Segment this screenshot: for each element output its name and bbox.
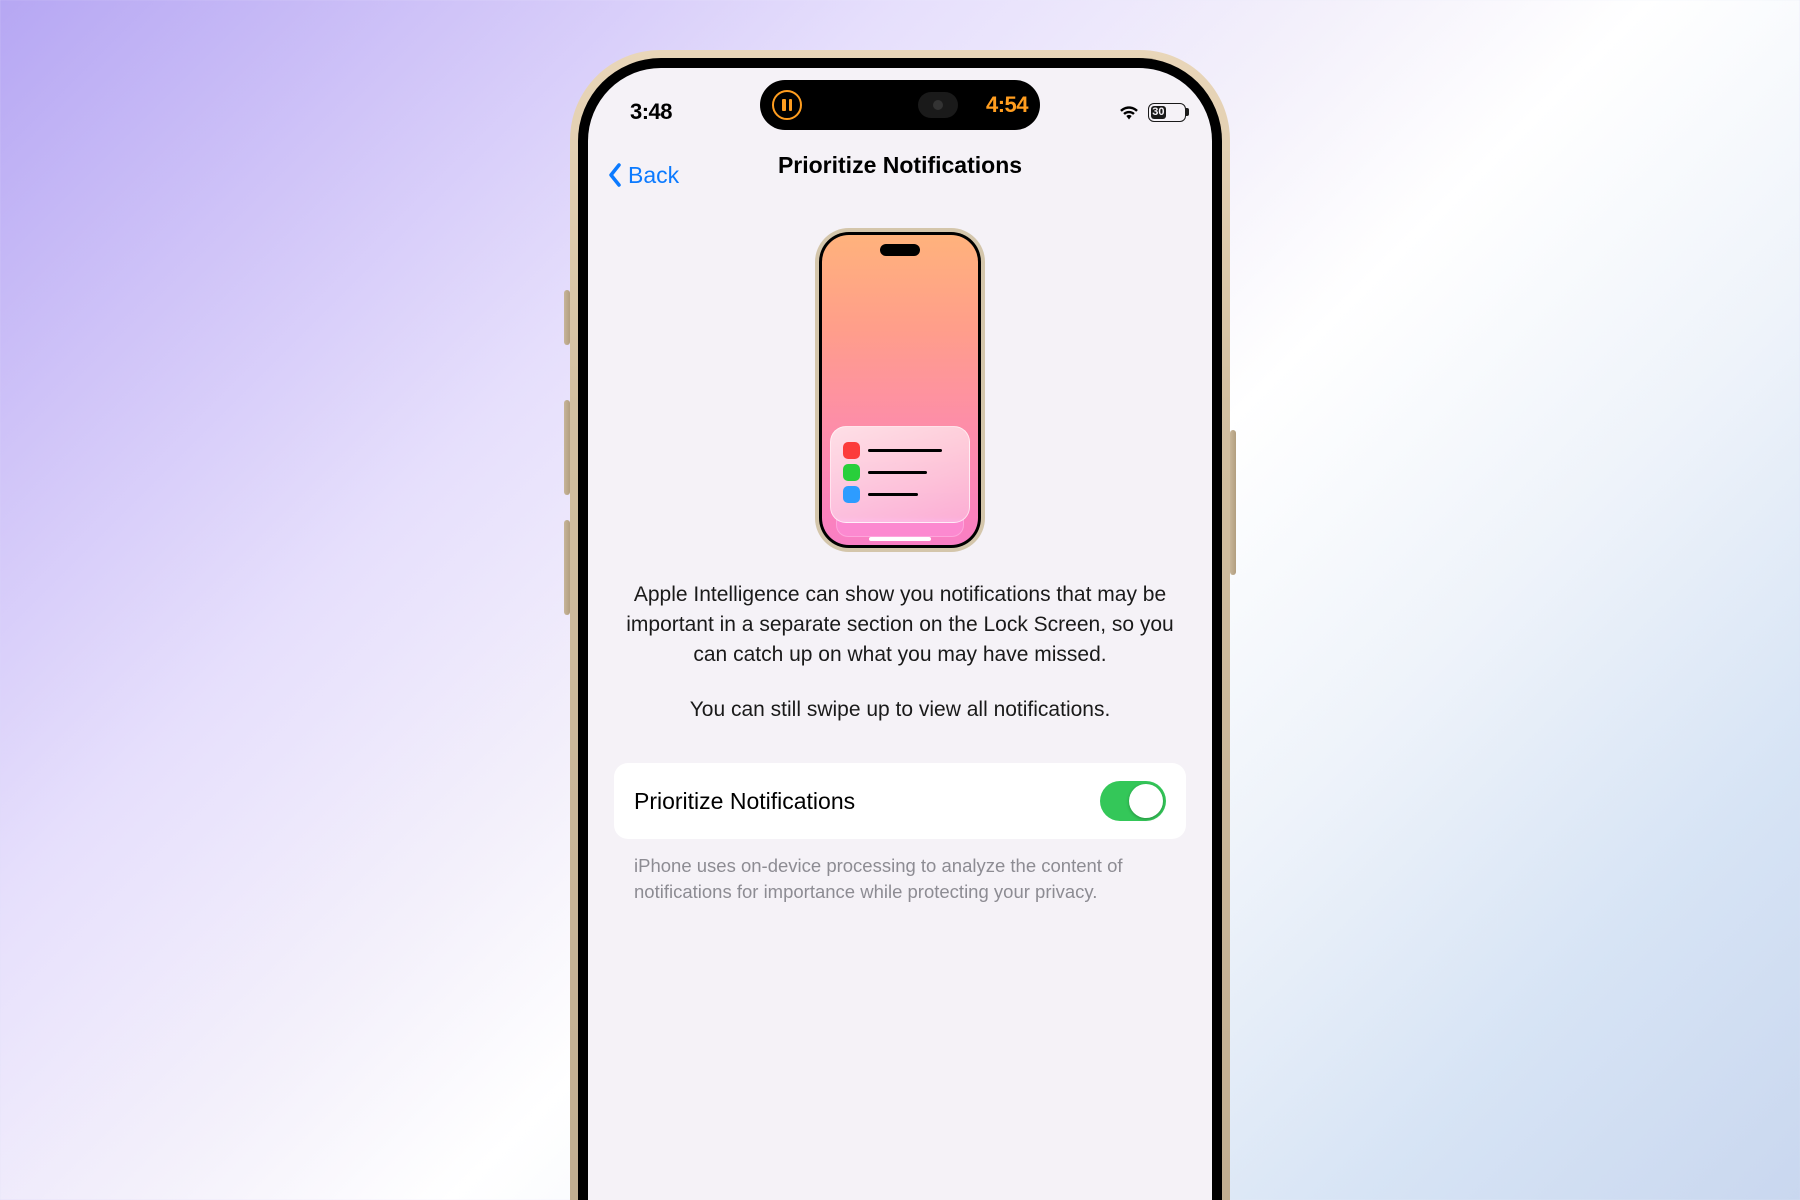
phone-side-button (564, 520, 570, 615)
page-title: Prioritize Notifications (778, 152, 1022, 179)
hero-illustration (614, 228, 1186, 552)
wifi-icon (1118, 104, 1140, 120)
phone-bezel: 3:48 4:54 30 (578, 58, 1222, 1200)
setting-label: Prioritize Notifications (634, 788, 855, 815)
feature-description-secondary: You can still swipe up to view all notif… (614, 695, 1186, 725)
phone-frame: 3:48 4:54 30 (570, 50, 1230, 1200)
navigation-bar: Back Prioritize Notifications (588, 148, 1212, 202)
chevron-left-icon (608, 163, 622, 187)
content-area: Apple Intelligence can show you notifica… (588, 202, 1212, 905)
camera-lens-icon (918, 92, 958, 118)
pause-icon (772, 90, 802, 120)
phone-screen: 3:48 4:54 30 (588, 68, 1212, 1200)
battery-icon: 30 (1148, 103, 1186, 122)
setting-footer-text: iPhone uses on-device processing to anal… (614, 853, 1186, 905)
back-button[interactable]: Back (608, 162, 679, 189)
feature-description: Apple Intelligence can show you notifica… (614, 580, 1186, 669)
phone-side-button (564, 290, 570, 345)
status-time: 3:48 (630, 99, 672, 125)
phone-side-button (1230, 430, 1236, 575)
prioritize-notifications-switch[interactable] (1100, 781, 1166, 821)
prioritize-notifications-toggle-row: Prioritize Notifications (614, 763, 1186, 839)
dynamic-island-timer: 4:54 (986, 92, 1028, 118)
dynamic-island[interactable]: 4:54 (760, 80, 1040, 130)
back-button-label: Back (628, 162, 679, 189)
status-bar: 3:48 4:54 30 (588, 68, 1212, 148)
status-indicators: 30 (1118, 103, 1186, 122)
battery-percentage: 30 (1151, 106, 1165, 118)
mini-phone-illustration (815, 228, 985, 552)
phone-side-button (564, 400, 570, 495)
